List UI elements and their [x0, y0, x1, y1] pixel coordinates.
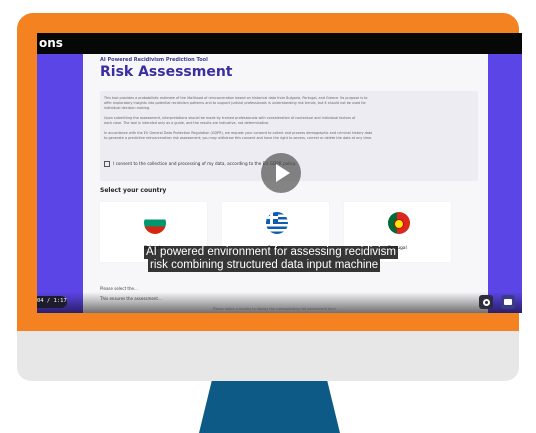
- monitor-chin: [17, 331, 519, 381]
- monitor-stand: [199, 381, 340, 433]
- video-title-bar: ons: [37, 33, 522, 54]
- caption-line: AI powered environment for assessing rec…: [144, 246, 398, 259]
- instruction-text: Please select the...: [100, 286, 138, 291]
- bulgaria-flag-icon: [144, 212, 166, 234]
- info-line: individual decision making.: [104, 106, 151, 110]
- captions-button[interactable]: [501, 295, 515, 309]
- select-country-label: Select your country: [100, 187, 167, 194]
- play-button[interactable]: [261, 153, 301, 193]
- portugal-flag-icon: [388, 212, 410, 234]
- caption-line: risk combining structured data input mac…: [148, 259, 381, 272]
- video-player[interactable]: ons AI Powered Recidivism Prediction Too…: [37, 33, 522, 313]
- illustration: ons AI Powered Recidivism Prediction Too…: [0, 0, 536, 433]
- info-line: to generate a predictive reincarceration…: [104, 136, 373, 140]
- settings-button[interactable]: [479, 295, 493, 309]
- video-title: ons: [39, 36, 63, 50]
- info-line: offer exploratory insights into potentia…: [104, 101, 366, 105]
- info-line: In accordance with the EU General Data P…: [104, 131, 373, 135]
- consent-checkbox[interactable]: [104, 161, 110, 167]
- captions-icon: [504, 299, 512, 305]
- flag-emblem: [394, 219, 404, 229]
- time-display: 04 / 1:17: [37, 296, 67, 308]
- tool-name: AI Powered Recidivism Prediction Tool: [100, 57, 208, 63]
- timestamp: 04 / 1:17: [37, 298, 67, 304]
- greece-flag-icon: [266, 212, 288, 234]
- info-line: Upon submitting the assessment, interpre…: [104, 116, 356, 120]
- page-title: Risk Assessment: [100, 64, 233, 80]
- info-line: each case. The tool is intended only as …: [104, 121, 270, 125]
- settings-icon: [482, 298, 490, 306]
- flag-cross: [266, 216, 278, 219]
- info-line: This tool provides a probabilistic estim…: [104, 96, 368, 100]
- play-icon: [276, 164, 290, 182]
- player-controls: 04 / 1:17: [37, 292, 522, 313]
